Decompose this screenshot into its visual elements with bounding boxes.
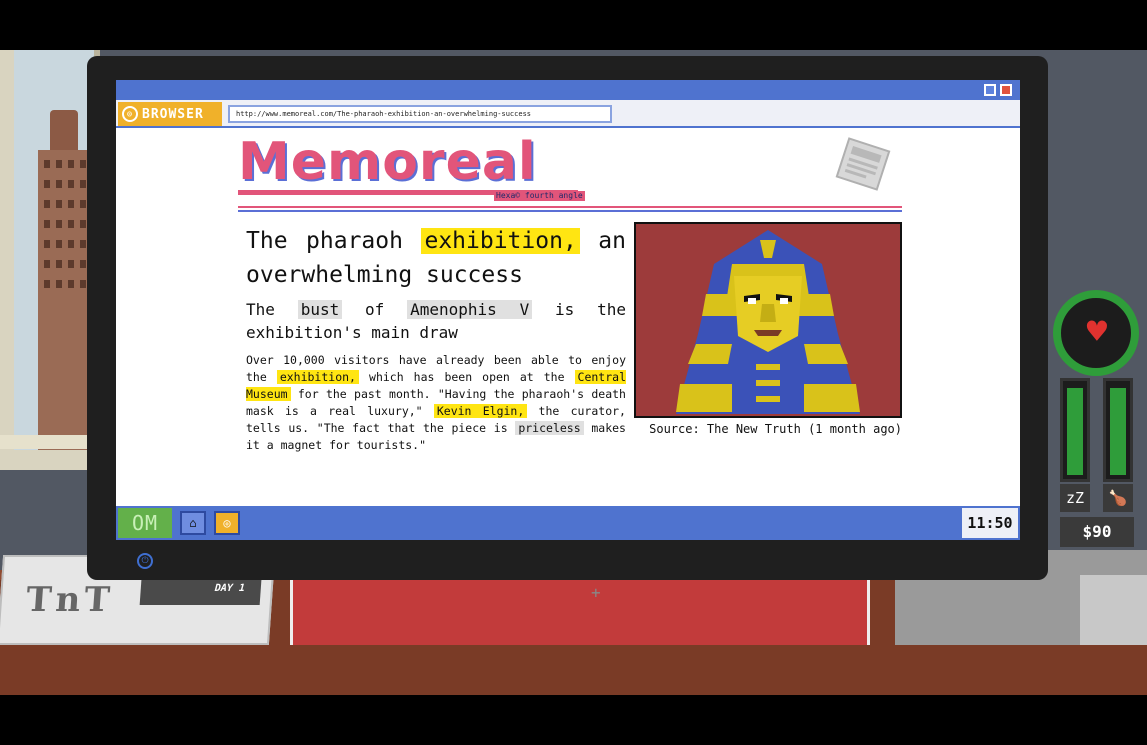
food-meter-fill	[1110, 388, 1126, 475]
window-titlebar	[116, 80, 1020, 100]
health-ring: ♥	[1053, 290, 1139, 376]
close-button[interactable]	[1000, 84, 1012, 96]
article-headline: The pharaoh exhibition, an overwhelming …	[246, 224, 626, 292]
web-page: Memoreal Hexa© fourth angle The pharaoh …	[116, 130, 1020, 506]
subhead-keyword-bust[interactable]: bust	[297, 300, 343, 319]
power-icon[interactable]: ⏻	[137, 553, 153, 569]
subhead-keyword-amenophis[interactable]: Amenophis V	[407, 300, 533, 319]
image-caption: Source: The New Truth (1 month ago)	[649, 422, 902, 436]
body-keyword-kevin-elgin[interactable]: Kevin Elgin,	[433, 404, 528, 418]
headline-keyword-exhibition[interactable]: exhibition,	[421, 228, 580, 254]
food-meter	[1103, 378, 1133, 482]
browser-taskbar-icon[interactable]: ◎	[214, 511, 240, 535]
header-rule-blue	[238, 210, 902, 212]
heart-icon: ♥	[1086, 312, 1108, 352]
sleep-meter	[1060, 378, 1090, 482]
sleep-icon: zZ	[1060, 484, 1090, 512]
water-tower	[50, 110, 78, 150]
food-icon: 🍗	[1103, 484, 1133, 512]
subhead-text: of	[365, 300, 385, 319]
letterbox-top	[0, 0, 1147, 50]
money-counter: $90	[1060, 517, 1134, 547]
body-text: which has been open at the	[369, 370, 565, 384]
article-body: Over 10,000 visitors have already been a…	[246, 352, 626, 454]
crosshair-cursor: +	[591, 583, 601, 602]
phone-keypad[interactable]	[1080, 575, 1147, 645]
headline-text: The pharaoh	[246, 228, 403, 254]
subhead-text: The	[246, 300, 275, 319]
minimize-button[interactable]	[984, 84, 996, 96]
site-logo[interactable]: Memoreal	[238, 134, 578, 190]
body-keyword-priceless[interactable]: priceless	[515, 421, 584, 435]
browser-tab-label: BROWSER	[142, 106, 204, 122]
browser-navbar: ◎ BROWSER http://www.memoreal.com/The-ph…	[116, 100, 1020, 128]
city-building	[38, 150, 90, 450]
browser-icon: ◎	[122, 106, 138, 122]
sleep-meter-fill	[1067, 388, 1083, 475]
pharaoh-mask-image	[636, 224, 900, 416]
body-keyword-exhibition[interactable]: exhibition,	[276, 370, 359, 384]
site-tagline: Hexa© fourth angle	[494, 191, 585, 201]
address-bar[interactable]: http://www.memoreal.com/The-pharaoh-exhi…	[228, 105, 612, 123]
article-subhead: The bust of Amenophis V is the exhibitio…	[246, 298, 626, 344]
clock: 11:50	[962, 508, 1018, 538]
start-button[interactable]: OM	[118, 508, 172, 538]
letterbox-bottom	[0, 695, 1147, 745]
home-icon[interactable]: ⌂	[180, 511, 206, 535]
article-photo	[634, 222, 902, 418]
browser-tab[interactable]: ◎ BROWSER	[118, 102, 222, 126]
newspaper-icon	[835, 137, 891, 191]
computer-screen: ◎ BROWSER http://www.memoreal.com/The-ph…	[116, 80, 1020, 540]
header-rule-pink	[238, 206, 902, 208]
taskbar: OM ⌂ ◎ 11:50	[116, 506, 1020, 540]
